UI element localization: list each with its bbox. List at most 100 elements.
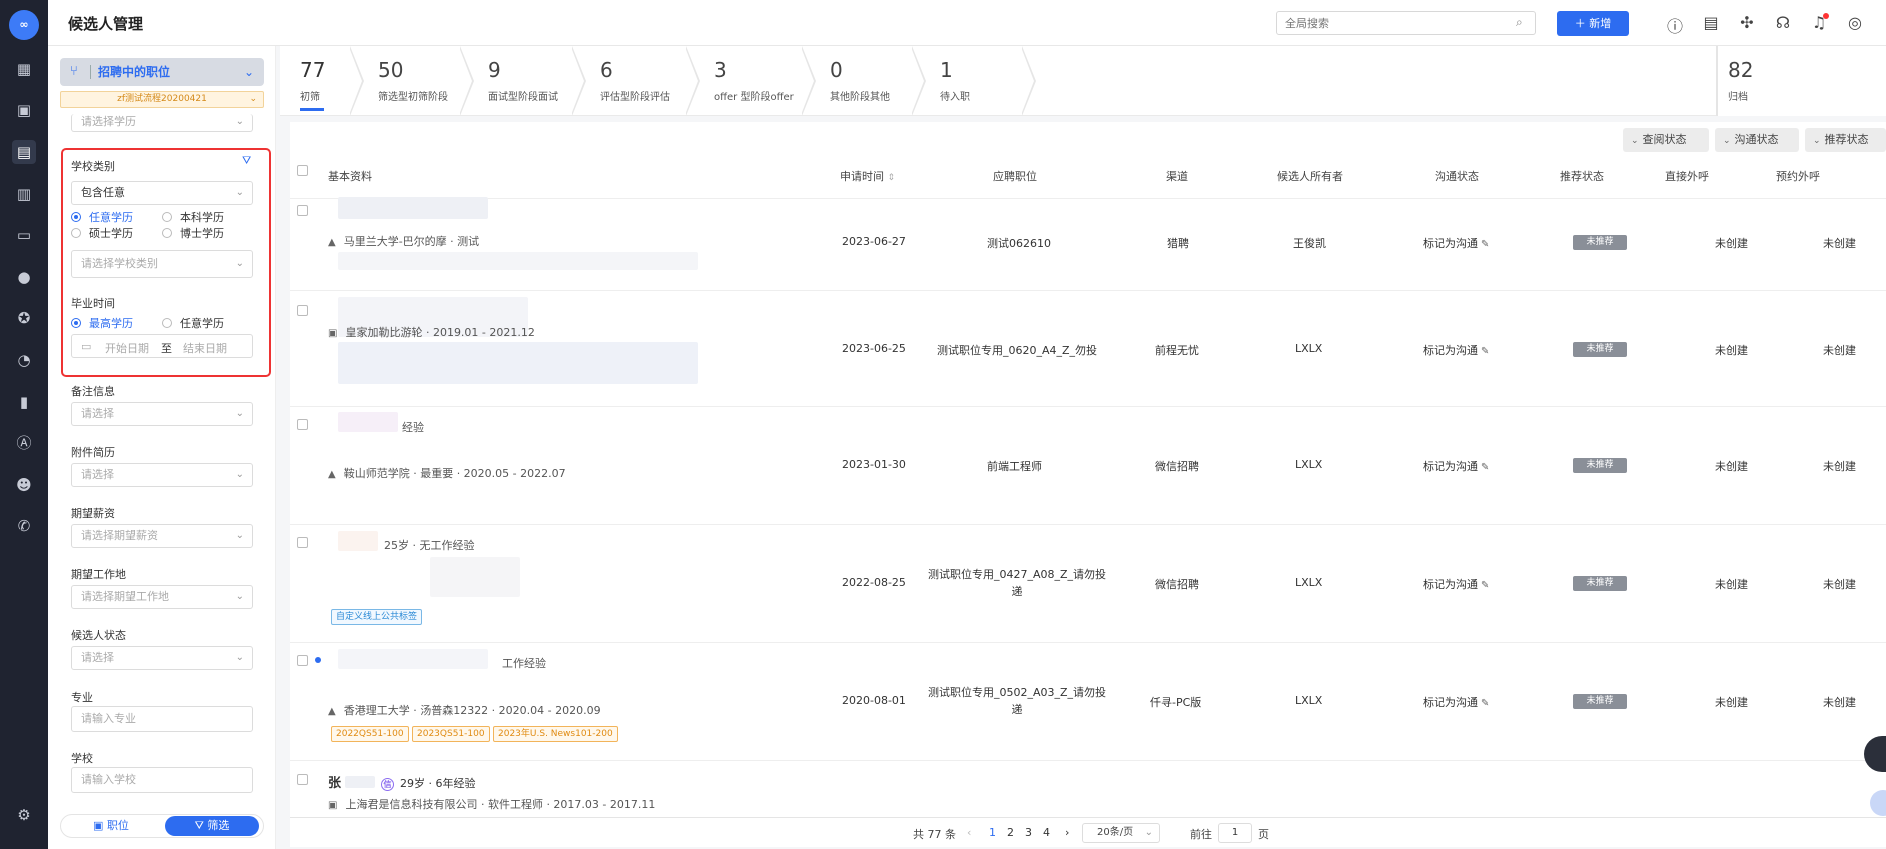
read-status-filter[interactable]: ⌄ 查阅状态	[1623, 128, 1709, 152]
stage-tab-6[interactable]: 1 待入职	[920, 46, 1036, 116]
candidate-tag: 2022QS51-100	[331, 726, 409, 742]
stage-tab-1[interactable]: 50 筛选型初筛阶段	[358, 46, 474, 116]
salary-select[interactable]: 请选择期望薪资 ⌄	[71, 524, 253, 548]
stage-tabs: 77 初筛 50 筛选型初筛阶段 9 面试型阶段面试 6 评估型阶段评估 3 offer …	[280, 46, 1886, 116]
filter-tab-button[interactable]: ⛛ 筛选	[165, 816, 259, 836]
comm-status-cell[interactable]: 标记为沟通 ✎	[1423, 342, 1489, 358]
row-checkbox[interactable]	[297, 205, 308, 216]
major-input[interactable]: 请输入专业	[71, 706, 253, 732]
position-tab-button[interactable]: ▣ 职位	[61, 815, 161, 837]
location-select[interactable]: 请选择期望工作地 ⌄	[71, 585, 253, 609]
comm-status-cell[interactable]: 标记为沟通 ✎	[1423, 694, 1489, 710]
row-checkbox[interactable]	[297, 419, 308, 430]
prev-page-icon[interactable]: ‹	[967, 826, 971, 839]
comm-status-cell[interactable]: 标记为沟通 ✎	[1423, 576, 1489, 592]
candidate-name[interactable]: 张信 29岁 · 6年经验	[328, 772, 476, 791]
pie-chart-icon[interactable]: ◔	[12, 348, 36, 372]
col-apply-time[interactable]: 申请时间 ⇕	[840, 168, 895, 184]
education-select[interactable]: 请选择学历 ⌄	[71, 114, 253, 132]
star-icon[interactable]: ✪	[12, 306, 36, 330]
next-page-icon[interactable]: ›	[1065, 826, 1069, 839]
col-comm-status: 沟通状态	[1435, 170, 1479, 183]
school-type-label: 学校类别	[71, 160, 115, 173]
dashboard-icon[interactable]: ▦	[12, 57, 36, 81]
remark-label: 备注信息	[71, 385, 115, 398]
settings-icon[interactable]: ⚙	[12, 803, 36, 827]
remark-select[interactable]: 请选择 ⌄	[71, 402, 253, 426]
briefcase-icon: ▣	[328, 328, 338, 339]
sidebar-bottom-bar: ▣ 职位 ⛛ 筛选	[60, 814, 264, 838]
graduation-cap-icon: ▲	[328, 706, 336, 717]
include-any-select[interactable]: 包含任意 ⌄	[71, 181, 253, 205]
stage-tab-5[interactable]: 0 其他阶段其他	[810, 46, 926, 116]
comm-status-cell[interactable]: 标记为沟通 ✎	[1423, 458, 1489, 474]
row-checkbox[interactable]	[297, 305, 308, 316]
radio-highest-degree[interactable]: 最高学历	[71, 315, 133, 331]
school-type-select[interactable]: 请选择学校类别 ⌄	[71, 250, 253, 278]
radio-any-degree[interactable]: 任意学历	[71, 209, 133, 225]
table-row-info: ▣ 皇家加勒比游轮 · 2019.01 - 2021.12	[328, 326, 535, 339]
candidate-tag: 自定义线上公共标签	[331, 609, 423, 625]
select-all-checkbox[interactable]	[297, 165, 308, 176]
table-row-info: ▲ 鞍山师范学院 · 最重要 · 2020.05 - 2022.07	[328, 467, 566, 480]
row-checkbox[interactable]	[297, 655, 308, 666]
graduation-label: 毕业时间	[71, 297, 115, 310]
position-select[interactable]: ⑂ 招聘中的职位 ⌄	[60, 58, 264, 86]
logo[interactable]: ∞	[9, 10, 39, 40]
goto-page-input[interactable]: 1	[1218, 823, 1252, 843]
page-4[interactable]: 4	[1043, 826, 1050, 839]
id-card-icon[interactable]: ▭	[12, 223, 36, 247]
rec-status-filter[interactable]: ⌄ 推荐状态	[1805, 128, 1886, 152]
plugin-icon[interactable]: ✣	[1737, 13, 1757, 32]
wechat-icon[interactable]: ●	[12, 265, 36, 289]
salary-label: 期望薪资	[71, 507, 115, 520]
candidate-icon[interactable]: ▤	[12, 140, 36, 164]
comm-status-filter[interactable]: ⌄ 沟通状态	[1715, 128, 1799, 152]
school-input[interactable]: 请输入学校	[71, 767, 253, 793]
stage-tab-3[interactable]: 6 评估型阶段评估	[580, 46, 700, 116]
user-group-icon[interactable]: ☻	[12, 473, 36, 497]
rec-status-badge: 未推荐	[1573, 342, 1627, 357]
document-icon[interactable]: ▤	[1701, 13, 1721, 32]
flow-select[interactable]: zf测试流程20200421 ⌄	[60, 91, 264, 108]
support-icon[interactable]: ☊	[1773, 13, 1793, 32]
new-button[interactable]: ＋ 新增	[1557, 11, 1629, 36]
search-icon[interactable]: ⌕	[1516, 15, 1523, 30]
stage-tab-2[interactable]: 9 面试型阶段面试	[468, 46, 586, 116]
help-icon[interactable]: ⓘ	[1665, 13, 1685, 37]
page-1[interactable]: 1	[989, 826, 996, 839]
col-owner: 候选人所有者	[1277, 170, 1343, 183]
row-checkbox[interactable]	[297, 537, 308, 548]
archive-tab[interactable]: 82 归档	[1716, 46, 1886, 116]
chevron-down-icon: ⌄	[249, 94, 257, 104]
branch-icon: ⑂	[70, 64, 78, 79]
status-select[interactable]: 请选择 ⌄	[71, 646, 253, 670]
talent-icon[interactable]: Ⓐ	[12, 431, 36, 455]
page-2[interactable]: 2	[1007, 826, 1014, 839]
calendar-icon[interactable]: ▥	[12, 182, 36, 206]
school-label: 学校	[71, 752, 93, 765]
col-booked-call: 预约外呼	[1776, 170, 1820, 183]
radio-master[interactable]: 硕士学历	[71, 225, 133, 241]
graduation-date-range[interactable]: ▭ 开始日期 至 结束日期	[71, 334, 253, 358]
page-3[interactable]: 3	[1025, 826, 1032, 839]
attachment-select[interactable]: 请选择 ⌄	[71, 463, 253, 487]
phone-icon[interactable]: ✆	[12, 514, 36, 538]
unread-dot	[315, 657, 321, 663]
filter-icon[interactable]: ⛛	[242, 154, 251, 168]
page-size-select[interactable]: 20条/页 ⌄	[1082, 823, 1160, 843]
global-search-input[interactable]	[1276, 11, 1536, 35]
stage-tab-4[interactable]: 3 offer 型阶段offer	[694, 46, 816, 116]
compass-icon[interactable]: ◎	[1845, 13, 1865, 32]
radio-phd[interactable]: 博士学历	[162, 225, 224, 241]
comm-status-cell[interactable]: 标记为沟通 ✎	[1423, 235, 1489, 251]
briefcase-icon[interactable]: ▣	[12, 98, 36, 122]
bar-chart-icon[interactable]: ▮	[12, 390, 36, 414]
sort-icon: ⇕	[887, 173, 896, 183]
radio-any-degree-grad[interactable]: 任意学历	[162, 315, 224, 331]
radio-bachelor[interactable]: 本科学历	[162, 209, 224, 225]
chevron-down-icon: ⌄	[243, 65, 254, 79]
rec-status-badge: 未推荐	[1573, 694, 1627, 709]
stage-tab-0[interactable]: 77 初筛	[280, 46, 364, 116]
row-checkbox[interactable]	[297, 774, 308, 785]
